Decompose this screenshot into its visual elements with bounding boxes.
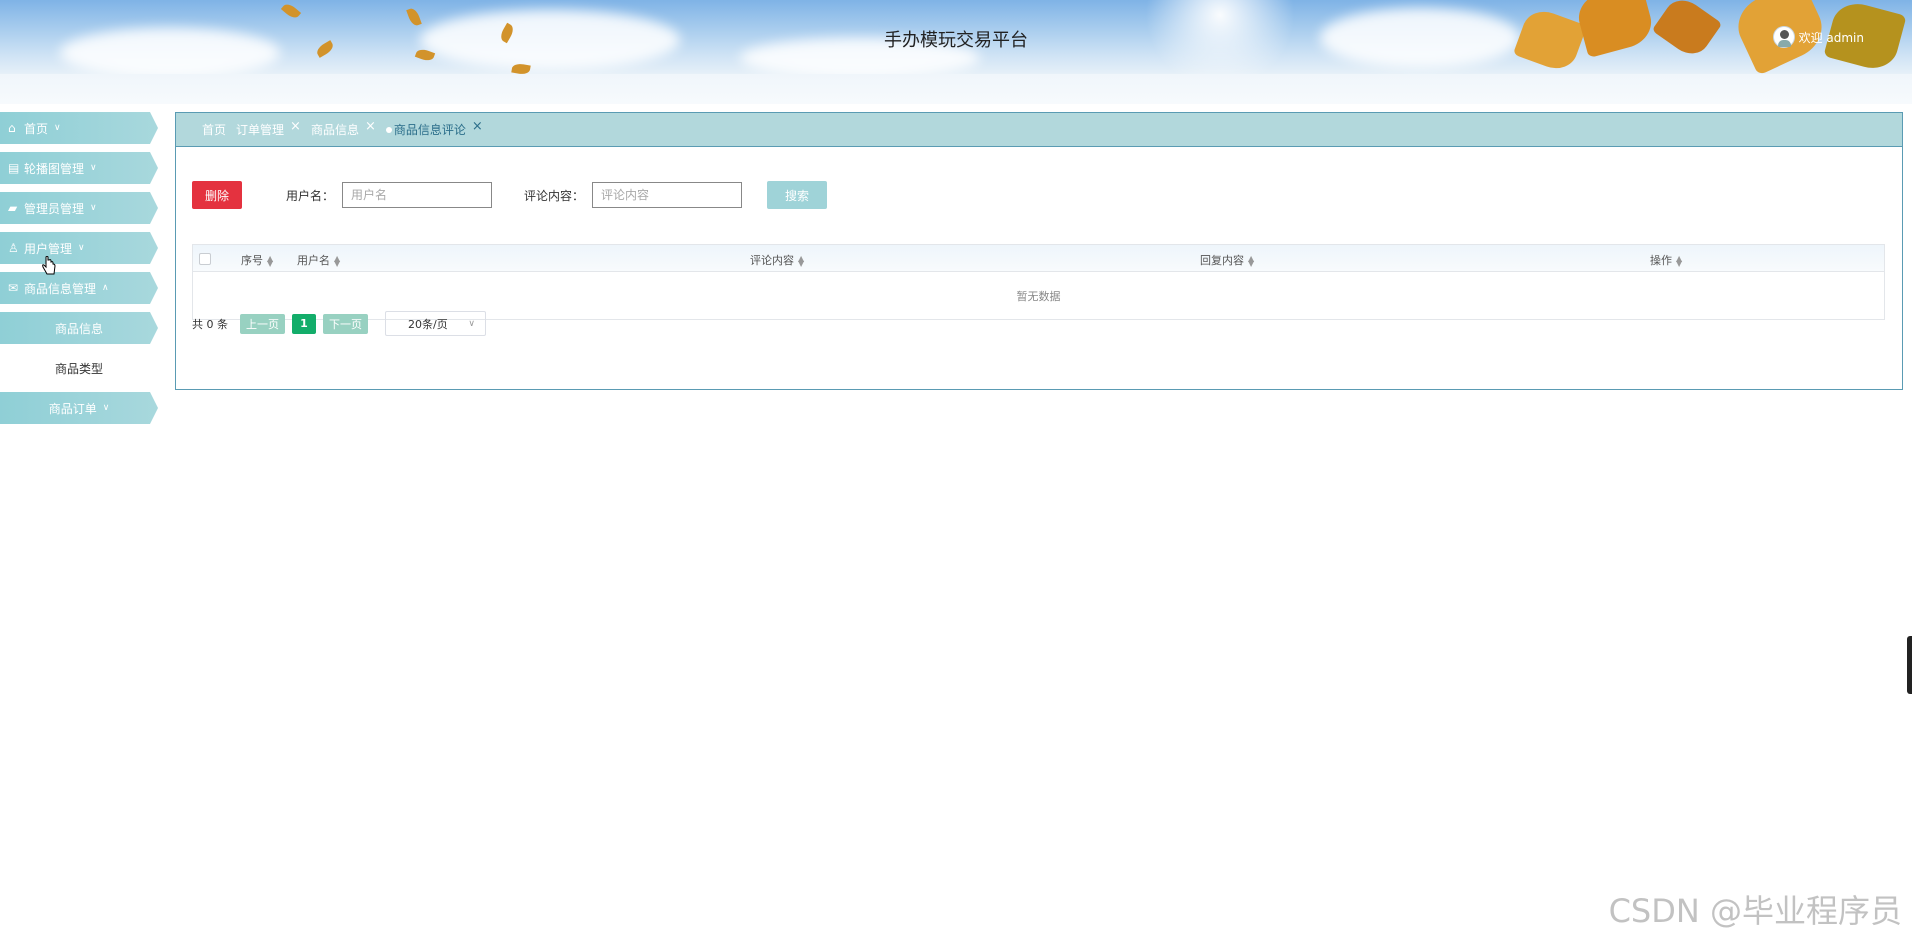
column-header-label: 评论内容 bbox=[750, 254, 794, 267]
active-dot-icon bbox=[385, 126, 392, 133]
column-header-actions[interactable]: 操作 ▲ ▼ bbox=[1650, 252, 1682, 268]
leaf-decoration bbox=[406, 6, 422, 28]
user-menu[interactable]: 欢迎 admin bbox=[1772, 26, 1864, 48]
page-size-select[interactable]: 20条/页 ∨ bbox=[385, 311, 486, 336]
sidebar-subitem-product-type[interactable]: 商品类型 bbox=[0, 352, 158, 384]
close-icon[interactable]: × bbox=[365, 119, 376, 134]
tab-product-comments[interactable]: 商品信息评论 × bbox=[385, 119, 483, 138]
sort-icon[interactable]: ▲ ▼ bbox=[334, 255, 340, 268]
sort-icon[interactable]: ▲ ▼ bbox=[1676, 255, 1682, 268]
column-header-reply[interactable]: 回复内容 ▲ ▼ bbox=[1200, 252, 1254, 268]
pagination: 共 0 条 上一页 1 下一页 20条/页 ∨ bbox=[192, 311, 486, 336]
table-header: 序号 ▲ ▼ 用户名 ▲ ▼ 评论内容 ▲ ▼ 回复内容 ▲ ▼ 操作 ▲ ▼ bbox=[193, 245, 1884, 272]
sidebar-item-label: 用户管理 bbox=[24, 241, 73, 256]
search-button[interactable]: 搜索 bbox=[767, 181, 828, 209]
avatar[interactable] bbox=[1772, 26, 1795, 48]
tab-label: 首页 bbox=[202, 123, 227, 137]
sidebar-item-label: 商品信息管理 bbox=[24, 281, 97, 296]
close-icon[interactable]: × bbox=[472, 119, 483, 134]
sidebar-subitem-label: 商品类型 bbox=[54, 361, 103, 376]
sidebar-subitem-label: 商品信息 bbox=[54, 321, 103, 336]
next-page-button[interactable]: 下一页 bbox=[323, 313, 368, 334]
sort-icon[interactable]: ▲ ▼ bbox=[267, 255, 273, 268]
username-label: 用户名： bbox=[286, 188, 335, 203]
column-header-username[interactable]: 用户名 ▲ ▼ bbox=[297, 252, 340, 268]
sidebar-item-label: 轮播图管理 bbox=[24, 161, 85, 176]
search-toolbar: 删除 用户名： 评论内容： 搜索 bbox=[192, 181, 828, 209]
column-header-label: 操作 bbox=[1650, 254, 1672, 267]
sidebar-item-product-info-management[interactable]: ✉ 商品信息管理 ∧ bbox=[0, 272, 158, 304]
column-header-comment[interactable]: 评论内容 ▲ ▼ bbox=[750, 252, 804, 268]
chevron-down-icon: ∨ bbox=[90, 163, 97, 173]
sidebar-subitem-product-info[interactable]: 商品信息 bbox=[0, 312, 158, 344]
watermark: CSDN @毕业程序员 bbox=[1608, 892, 1902, 930]
username-input[interactable] bbox=[342, 182, 493, 208]
app-header: 手办模玩交易平台 欢迎 admin bbox=[0, 0, 1912, 74]
sort-icon[interactable]: ▲ ▼ bbox=[1248, 255, 1254, 268]
carousel-icon: ▤ bbox=[8, 161, 20, 175]
column-header-label: 回复内容 bbox=[1200, 254, 1244, 267]
sidebar-item-admin[interactable]: ▰ 管理员管理 ∨ bbox=[0, 192, 158, 224]
scrollbar-handle[interactable] bbox=[1907, 636, 1912, 694]
main-panel: 首页 订单管理 × 商品信息 × 商品信息评论 × 删除 用户名： 评论内容： … bbox=[175, 112, 1903, 390]
chevron-down-icon: ∨ bbox=[90, 203, 97, 213]
tab-label: 商品信息评论 bbox=[393, 123, 466, 137]
sort-icon[interactable]: ▲ ▼ bbox=[798, 255, 804, 268]
close-icon[interactable]: × bbox=[290, 119, 301, 134]
user-icon: ♙ bbox=[8, 241, 19, 255]
chevron-up-icon: ∧ bbox=[102, 283, 109, 293]
sidebar-item-home[interactable]: ⌂ 首页 ∨ bbox=[0, 112, 158, 144]
tab-home[interactable]: 首页 bbox=[202, 121, 226, 138]
sidebar-item-product-orders[interactable]: 商品订单 ∨ bbox=[0, 392, 158, 424]
page-number-button[interactable]: 1 bbox=[292, 313, 316, 334]
comments-table: 序号 ▲ ▼ 用户名 ▲ ▼ 评论内容 ▲ ▼ 回复内容 ▲ ▼ 操作 ▲ ▼ 暂无数据 bbox=[192, 244, 1885, 320]
sidebar-item-users[interactable]: ♙ 用户管理 ∨ bbox=[0, 232, 158, 264]
mail-icon: ✉ bbox=[8, 281, 19, 295]
leaf-decoration bbox=[511, 62, 531, 74]
header-band bbox=[0, 74, 1912, 104]
tab-label: 商品信息 bbox=[310, 123, 359, 137]
column-header-label: 用户名 bbox=[297, 254, 330, 267]
select-all-checkbox[interactable] bbox=[199, 253, 211, 265]
chevron-down-icon: ∨ bbox=[78, 243, 85, 253]
sidebar-item-label: 商品订单 bbox=[48, 401, 97, 416]
chevron-down-icon: ∨ bbox=[468, 318, 475, 329]
app-title: 手办模玩交易平台 bbox=[884, 30, 1028, 51]
admin-icon: ▰ bbox=[8, 201, 18, 215]
breadcrumb-tabs: 首页 订单管理 × 商品信息 × 商品信息评论 × bbox=[176, 113, 1902, 147]
comment-content-label: 评论内容： bbox=[524, 188, 585, 203]
tab-label: 订单管理 bbox=[236, 123, 285, 137]
comment-content-input[interactable] bbox=[592, 182, 743, 208]
column-header-label: 序号 bbox=[241, 254, 263, 267]
tab-order-management[interactable]: 订单管理 × bbox=[236, 119, 301, 138]
home-icon: ⌂ bbox=[8, 121, 16, 135]
delete-button[interactable]: 删除 bbox=[192, 181, 242, 209]
column-header-index[interactable]: 序号 ▲ ▼ bbox=[241, 252, 273, 268]
total-count: 共 0 条 bbox=[192, 317, 228, 331]
welcome-text: 欢迎 admin bbox=[1798, 30, 1864, 45]
hand-cursor-icon bbox=[42, 256, 56, 275]
sidebar-item-label: 管理员管理 bbox=[24, 201, 85, 216]
prev-page-button[interactable]: 上一页 bbox=[240, 313, 285, 334]
leaf-decoration bbox=[280, 1, 302, 21]
sidebar-item-label: 首页 bbox=[24, 121, 49, 136]
chevron-down-icon: ∨ bbox=[54, 123, 61, 133]
tab-product-info[interactable]: 商品信息 × bbox=[310, 119, 376, 138]
chevron-down-icon: ∨ bbox=[102, 403, 110, 413]
sidebar-item-carousel[interactable]: ▤ 轮播图管理 ∨ bbox=[0, 152, 158, 184]
empty-text: 暂无数据 bbox=[1016, 289, 1061, 303]
page-size-value: 20条/页 bbox=[408, 317, 448, 331]
sidebar-menu: ⌂ 首页 ∨ ▤ 轮播图管理 ∨ ▰ 管理员管理 ∨ ♙ 用户管理 ∨ ✉ 商品… bbox=[0, 112, 160, 432]
